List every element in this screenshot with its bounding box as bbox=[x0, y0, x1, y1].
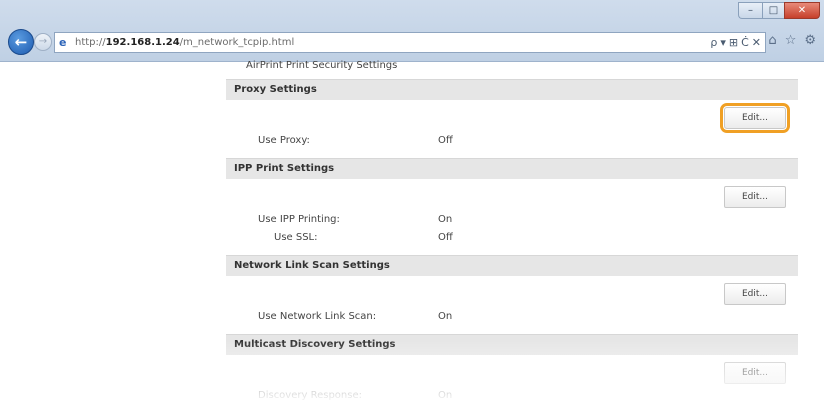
setting-row: Use Network Link Scan: On bbox=[226, 308, 798, 326]
forward-arrow-icon: → bbox=[38, 36, 48, 47]
window-controls: – □ ✕ bbox=[738, 2, 820, 19]
setting-value: On bbox=[438, 214, 453, 225]
forward-button[interactable]: → bbox=[34, 33, 52, 51]
edit-row: Edit... bbox=[226, 100, 798, 133]
section-multicast-discovery: Multicast Discovery Settings Edit... Dis… bbox=[226, 334, 798, 400]
back-arrow-icon: ← bbox=[14, 33, 28, 51]
setting-label: Use Proxy: bbox=[258, 135, 310, 146]
edit-row: Edit... bbox=[226, 355, 798, 387]
setting-label: Use IPP Printing: bbox=[258, 214, 340, 225]
gear-icon[interactable]: ⚙ bbox=[804, 33, 816, 48]
toolbar-icons: ⌂ ☆ ⚙ bbox=[768, 33, 816, 48]
back-button[interactable]: ← bbox=[8, 29, 34, 55]
setting-row: Use IPP Printing: On bbox=[226, 211, 798, 229]
compat-view-icon[interactable]: ⊞ bbox=[729, 36, 738, 50]
url-prefix: http:// bbox=[75, 37, 106, 48]
truncated-setting-label: AirPrint Print Security Settings bbox=[246, 60, 398, 71]
setting-label: Use Network Link Scan: bbox=[258, 311, 377, 322]
page-viewport: AirPrint Print Security Settings Proxy S… bbox=[0, 60, 824, 400]
star-icon[interactable]: ☆ bbox=[785, 33, 797, 48]
minimize-button[interactable]: – bbox=[738, 2, 762, 19]
setting-value: On bbox=[438, 390, 453, 400]
setting-value: Off bbox=[438, 135, 453, 146]
setting-label: Use SSL: bbox=[274, 232, 318, 243]
setting-value: Off bbox=[438, 232, 453, 243]
section-ipp: IPP Print Settings Edit... Use IPP Print… bbox=[226, 158, 798, 247]
section-network-link-scan: Network Link Scan Settings Edit... Use N… bbox=[226, 255, 798, 326]
ipp-edit-button[interactable]: Edit... bbox=[724, 186, 786, 208]
setting-row: Use SSL: Off bbox=[226, 229, 798, 247]
edit-row: Edit... bbox=[226, 179, 798, 211]
search-icon[interactable]: ρ bbox=[710, 36, 717, 50]
url-path: /m_network_tcpip.html bbox=[179, 37, 295, 48]
network-link-scan-edit-button[interactable]: Edit... bbox=[724, 283, 786, 305]
setting-label: Discovery Response: bbox=[258, 390, 362, 400]
section-title: IPP Print Settings bbox=[226, 158, 798, 179]
settings-content: AirPrint Print Security Settings Proxy S… bbox=[226, 60, 798, 400]
stop-icon[interactable]: ✕ bbox=[752, 36, 761, 50]
section-title: Network Link Scan Settings bbox=[226, 255, 798, 276]
setting-row: Use Proxy: Off bbox=[226, 132, 798, 150]
section-proxy: Proxy Settings Edit... Use Proxy: Off bbox=[226, 79, 798, 150]
multicast-edit-button[interactable]: Edit... bbox=[724, 362, 786, 384]
setting-value: On bbox=[438, 311, 453, 322]
dropdown-icon[interactable]: ▾ bbox=[720, 36, 726, 50]
section-title: Multicast Discovery Settings bbox=[226, 334, 798, 355]
browser-chrome: – □ ✕ ← → e http://192.168.1.24/m_networ… bbox=[0, 0, 824, 62]
address-bar[interactable]: e http://192.168.1.24/m_network_tcpip.ht… bbox=[54, 32, 766, 53]
proxy-edit-button[interactable]: Edit... bbox=[720, 103, 790, 133]
address-tools: ρ ▾ ⊞ Ċ ✕ bbox=[710, 36, 761, 50]
url-text[interactable]: http://192.168.1.24/m_network_tcpip.html bbox=[75, 37, 294, 48]
url-host: 192.168.1.24 bbox=[105, 37, 180, 48]
close-window-button[interactable]: ✕ bbox=[784, 2, 820, 19]
setting-row: Discovery Response: On bbox=[226, 387, 798, 400]
refresh-icon[interactable]: Ċ bbox=[741, 36, 749, 50]
edit-row: Edit... bbox=[226, 276, 798, 308]
maximize-button[interactable]: □ bbox=[762, 2, 784, 19]
section-title: Proxy Settings bbox=[226, 79, 798, 100]
ie-page-icon: e bbox=[59, 36, 67, 49]
home-icon[interactable]: ⌂ bbox=[768, 33, 776, 48]
